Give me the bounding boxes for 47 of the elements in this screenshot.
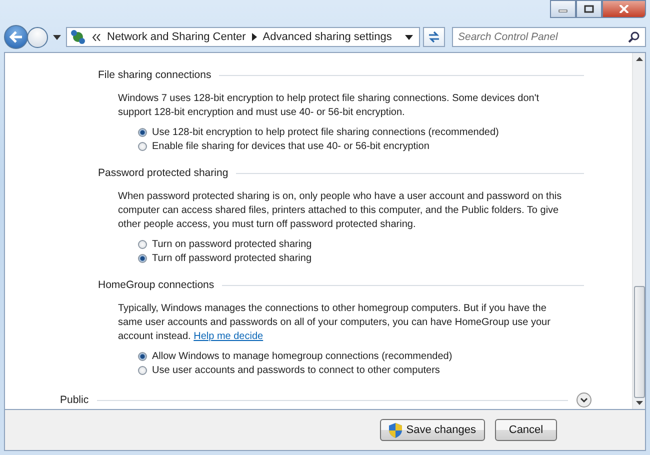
section-heading: Password protected sharing: [98, 167, 228, 179]
radio-button[interactable]: [138, 128, 147, 137]
chevron-icon: [92, 34, 101, 40]
refresh-button[interactable]: [423, 27, 445, 47]
address-bar[interactable]: Network and Sharing Center Advanced sharing settings: [66, 27, 420, 47]
section-heading: File sharing connections: [98, 69, 212, 81]
radio-button[interactable]: [138, 240, 147, 249]
network-icon: [70, 29, 86, 45]
dialog-button[interactable]: Save changes: [380, 419, 485, 441]
separator-arrow-icon: [252, 33, 257, 41]
close-button[interactable]: [602, 0, 646, 18]
radio-button[interactable]: [138, 254, 147, 264]
option-label: Use 128-bit encryption to help protect file sharing connections (recommended): [152, 126, 499, 138]
maximize-icon: [584, 5, 594, 13]
search-icon: [628, 31, 640, 43]
radio-button[interactable]: [138, 366, 147, 376]
back-button[interactable]: [4, 25, 28, 49]
dialog-button[interactable]: Cancel: [495, 419, 557, 441]
section-heading: Public: [60, 394, 89, 406]
option-label: Allow Windows to manage homegroup connections (recommended): [152, 350, 452, 362]
option-label: Turn off password protected sharing: [152, 253, 312, 264]
section-description: Windows 7 uses 128-bit encryption to help protect file sharing connections. Some devices don't support 128-bit encryption and must use 40- or 56-bit encryption.: [118, 92, 540, 120]
option-label: Use user accounts and passwords to connect to other computers: [152, 365, 440, 376]
history-dropdown-icon[interactable]: [53, 34, 61, 40]
breadcrumb-item[interactable]: Advanced sharing settings: [262, 31, 392, 43]
help-link[interactable]: Help me decide: [194, 331, 264, 342]
breadcrumb-item[interactable]: Network and Sharing Center: [107, 31, 246, 43]
forward-button[interactable]: [27, 26, 48, 48]
section-description: Typically, Windows manages the connections to other homegroup computers. But if you have the same user accounts and passwords on all of your computers, you can have HomeGroup use your account instead. Help me decide: [118, 302, 552, 344]
shield-icon: [389, 422, 402, 438]
expand-icon[interactable]: [576, 392, 592, 408]
maximize-button[interactable]: [576, 0, 602, 18]
search-field[interactable]: Search Control Panel: [452, 27, 646, 47]
section-description: When password protected sharing is on, only people who have a user account and password on this computer can access shared files, printers attached to this computer, and the Public folders. To give other people access, you must turn off password protected sharing.: [118, 190, 563, 232]
radio-button[interactable]: [138, 352, 147, 361]
option-label: Enable file sharing for devices that use 40- or 56-bit encryption: [152, 141, 430, 152]
refresh-icon: [427, 31, 441, 43]
scroll-down-icon[interactable]: [636, 401, 642, 405]
back-arrow-icon: [9, 31, 23, 43]
scrollbar[interactable]: [632, 53, 645, 409]
close-icon: [619, 5, 629, 13]
scroll-up-icon[interactable]: [636, 57, 642, 61]
scroll-thumb[interactable]: [634, 286, 644, 398]
dropdown-icon[interactable]: [405, 34, 413, 40]
option-label: Turn on password protected sharing: [152, 238, 312, 250]
section-heading: HomeGroup connections: [98, 279, 214, 291]
radio-button[interactable]: [138, 142, 147, 152]
